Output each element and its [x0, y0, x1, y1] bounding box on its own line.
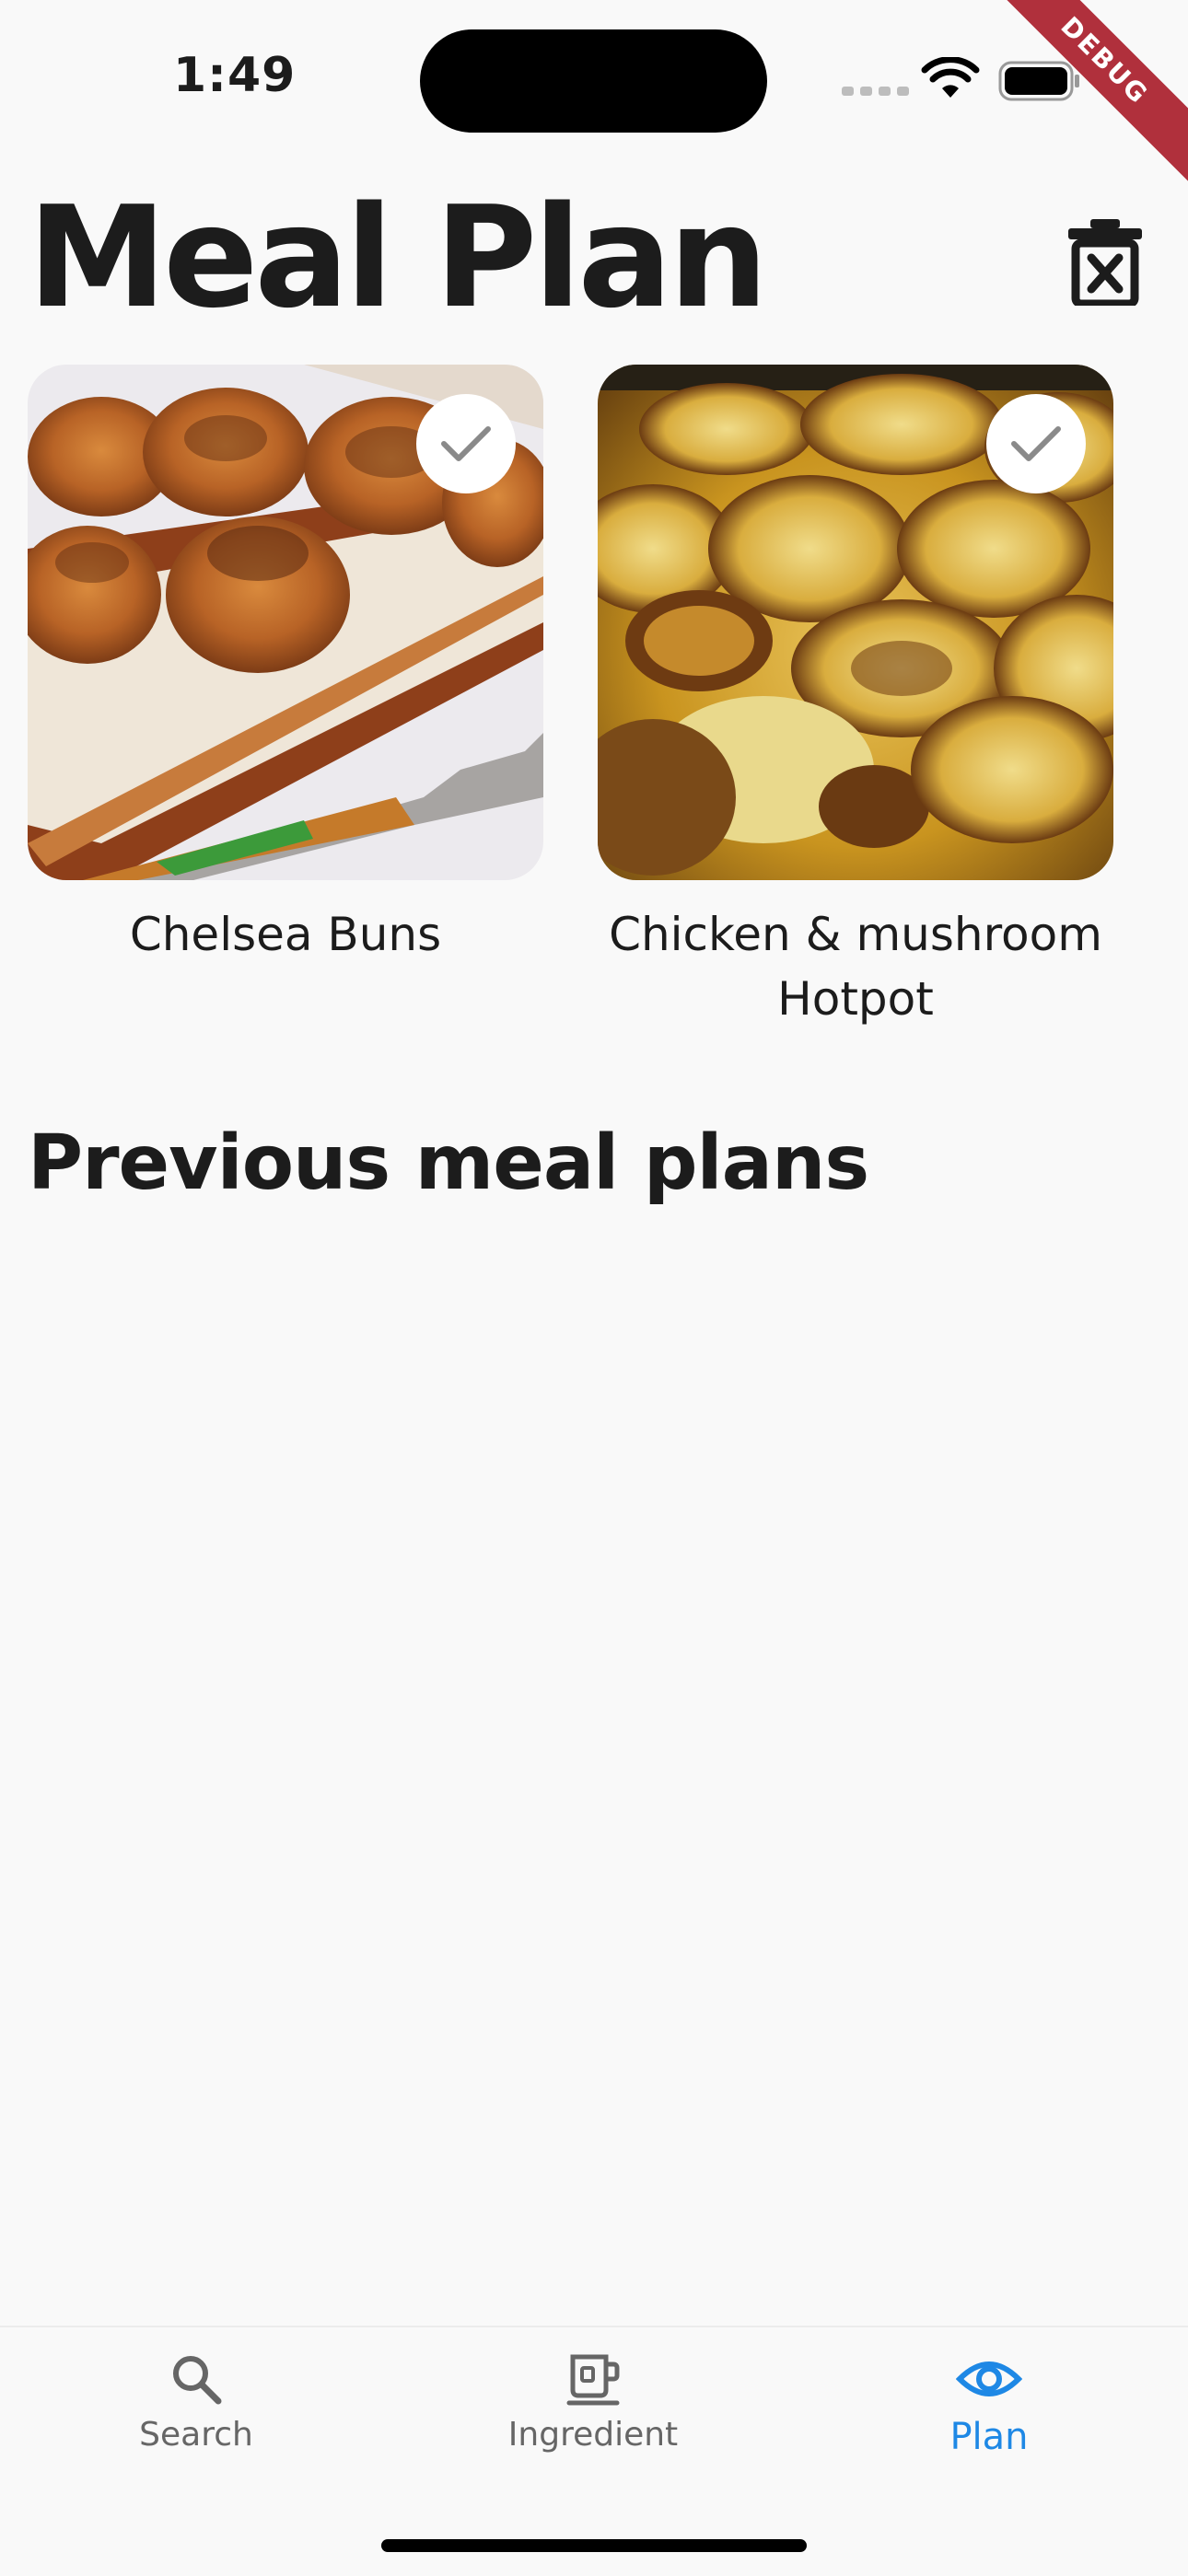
status-time: 1:49 [173, 48, 297, 103]
mug-icon [566, 2354, 620, 2406]
search-icon [173, 2356, 222, 2405]
nav-item-ingredient[interactable]: Ingredient [455, 2351, 731, 2454]
dynamic-island [420, 29, 767, 133]
eye-icon [955, 2361, 1023, 2396]
nav-label-plan: Plan [949, 2416, 1029, 2458]
meal-image[interactable] [28, 365, 543, 880]
selected-check-button[interactable] [416, 394, 516, 493]
cellular-signal-icon [842, 87, 909, 96]
meal-title: Chelsea Buns [129, 908, 442, 961]
nav-item-plan[interactable]: Plan [851, 2351, 1127, 2458]
trash-x-icon [1068, 219, 1142, 308]
clear-plan-button[interactable] [1066, 217, 1144, 308]
nav-label-ingredient: Ingredient [507, 2416, 679, 2454]
meal-title: Chicken & mushroom Hotpot [609, 908, 1102, 1026]
nav-item-search[interactable]: Search [58, 2351, 334, 2454]
check-icon [1011, 426, 1061, 461]
check-icon [441, 426, 491, 461]
meal-image[interactable] [598, 365, 1113, 880]
previous-meal-plans-heading: Previous meal plans [28, 1120, 869, 1207]
home-indicator [381, 2539, 807, 2552]
page-title: Meal Plan [28, 176, 768, 339]
meal-card-chicken-hotpot[interactable]: Chicken & mushroom Hotpot [598, 365, 1113, 1031]
selected-check-button[interactable] [986, 394, 1086, 493]
battery-icon [998, 61, 1079, 101]
meal-card-chelsea-buns[interactable]: Chelsea Buns [28, 365, 543, 967]
nav-label-search: Search [139, 2416, 253, 2454]
wifi-icon [921, 57, 980, 98]
